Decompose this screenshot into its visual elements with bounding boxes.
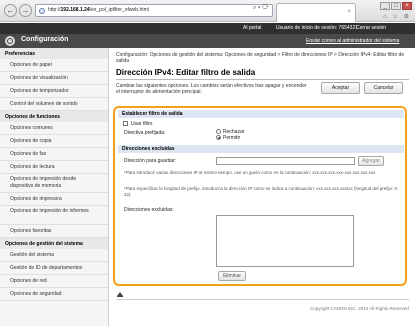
sidebar-item-scan[interactable]: Opciones de lectura <box>0 161 108 174</box>
footer-divider <box>116 299 409 300</box>
forward-arrow-icon[interactable]: → <box>19 4 32 17</box>
sidebar-item-memory-print[interactable]: Opciones de impresión desde dispositivo … <box>0 174 108 193</box>
reject-radio[interactable] <box>216 129 221 134</box>
address-bar[interactable]: http://192.168.1.24/ex_pol_ipfilter_ofwe… <box>35 4 273 17</box>
page-icon <box>39 8 45 14</box>
use-filter-checkbox[interactable] <box>123 121 128 126</box>
maximize-icon[interactable]: □ <box>391 2 401 10</box>
sidebar-item-department-id[interactable]: Gestión de ID de departamentos <box>0 262 108 275</box>
allow-label: Permitir <box>223 135 241 141</box>
sidebar-heading-system: Opciones de gestión del sistema <box>0 238 108 249</box>
excluded-addresses-label: Direcciones excluidas: <box>124 207 174 213</box>
portal-link[interactable]: Al portal <box>243 25 261 31</box>
excluded-addresses-list[interactable] <box>216 215 354 267</box>
note-prefix-length: *Para especificar la longitud de prefijo… <box>124 186 399 197</box>
sidebar-item-paper[interactable]: Opciones de papel <box>0 59 108 72</box>
use-filter-label: Usar filtro <box>131 121 153 127</box>
note-multiple-addresses: *Para introducir varias direcciones IP a… <box>124 170 376 175</box>
minimize-icon[interactable]: _ <box>380 2 390 10</box>
sidebar-item-volume[interactable]: Control del volumen de sonido <box>0 98 108 111</box>
address-input[interactable] <box>216 157 355 165</box>
accept-button[interactable]: Aceptar <box>321 82 360 94</box>
sidebar-item-system-management[interactable]: Gestión del sistema <box>0 249 108 262</box>
sidebar-item-favorites[interactable]: Opciones favoritas <box>0 225 108 238</box>
add-button[interactable]: Agregar <box>358 156 384 166</box>
top-bar: Al portal Usuario de inicio de sesión: 7… <box>0 23 415 34</box>
logout-link[interactable]: Cerrar sesión <box>356 25 386 31</box>
close-icon[interactable]: × <box>402 2 412 10</box>
filter-section-header: Establecer filtro de salida <box>118 110 404 118</box>
sidebar: Preferencias Opciones de papel Opciones … <box>0 48 109 326</box>
url-path: /ex_pol_ipfilter_ofweb.html <box>89 7 149 13</box>
cancel-button[interactable]: Cancelar <box>364 82 403 94</box>
title-divider <box>116 79 409 80</box>
default-policy-label: Directiva prefijada: <box>124 130 166 136</box>
sidebar-item-report-print[interactable]: Opciones de impresión de informes <box>0 206 108 225</box>
copyright: Copyright CANON INC. 2014 All Rights Res… <box>310 306 409 311</box>
sidebar-item-fax[interactable]: Opciones de fax <box>0 148 108 161</box>
page-top-icon[interactable] <box>117 292 123 297</box>
back-arrow-icon[interactable]: ← <box>4 4 17 17</box>
browser-toolbar-icons[interactable]: ⌂ ☆ ⚙ <box>383 13 411 20</box>
main-content: Configuración: Opciones de gestión del s… <box>110 48 415 326</box>
address-to-save-label: Dirección para guardar: <box>124 158 177 164</box>
gear-icon <box>5 36 15 46</box>
url-scheme: http:// <box>48 7 61 13</box>
intro-text: Cambiar las siguientes opciones. Los cam… <box>116 83 307 95</box>
tab-close-icon[interactable]: × <box>347 9 351 15</box>
sidebar-item-timer[interactable]: Opciones de temporizador <box>0 85 108 98</box>
login-user-label: Usuario de inicio de sesión: 7654321 <box>276 25 358 31</box>
allow-radio[interactable] <box>216 135 221 140</box>
output-filter-panel: Establecer filtro de salida Usar filtro … <box>113 106 407 286</box>
email-admin-link[interactable]: Enviar correo al administrador del siste… <box>306 38 399 44</box>
sidebar-item-copy[interactable]: Opciones de copia <box>0 135 108 148</box>
browser-toolbar: ← → http://192.168.1.24/ex_pol_ipfilter_… <box>0 0 415 22</box>
sidebar-heading-preferences: Preferencias <box>0 48 108 59</box>
sidebar-item-printer[interactable]: Opciones de impresora <box>0 193 108 206</box>
delete-button[interactable]: Eliminar <box>218 271 246 281</box>
browser-tab[interactable]: × <box>276 3 356 22</box>
page-title: Dirección IPv4: Editar filtro de salida <box>116 68 256 77</box>
breadcrumb: Configuración: Opciones de gestión del s… <box>116 52 405 64</box>
app-header: Configuración Enviar correo al administr… <box>0 34 415 48</box>
sidebar-item-common[interactable]: Opciones comunes <box>0 122 108 135</box>
url-host: 192.168.1.24 <box>60 7 90 13</box>
sidebar-item-display[interactable]: Opciones de visualización <box>0 72 108 85</box>
sidebar-heading-functions: Opciones de funciones <box>0 111 108 122</box>
window-controls: _ □ × <box>379 2 412 10</box>
sidebar-item-security[interactable]: Opciones de seguridad <box>0 288 108 301</box>
sidebar-item-network[interactable]: Opciones de red <box>0 275 108 288</box>
address-tools-icon[interactable]: ⌕ ▾ ⟳ <box>253 5 269 12</box>
app-title: Configuración <box>21 36 69 43</box>
excluded-section-header: Direcciones excluidas <box>118 145 404 153</box>
